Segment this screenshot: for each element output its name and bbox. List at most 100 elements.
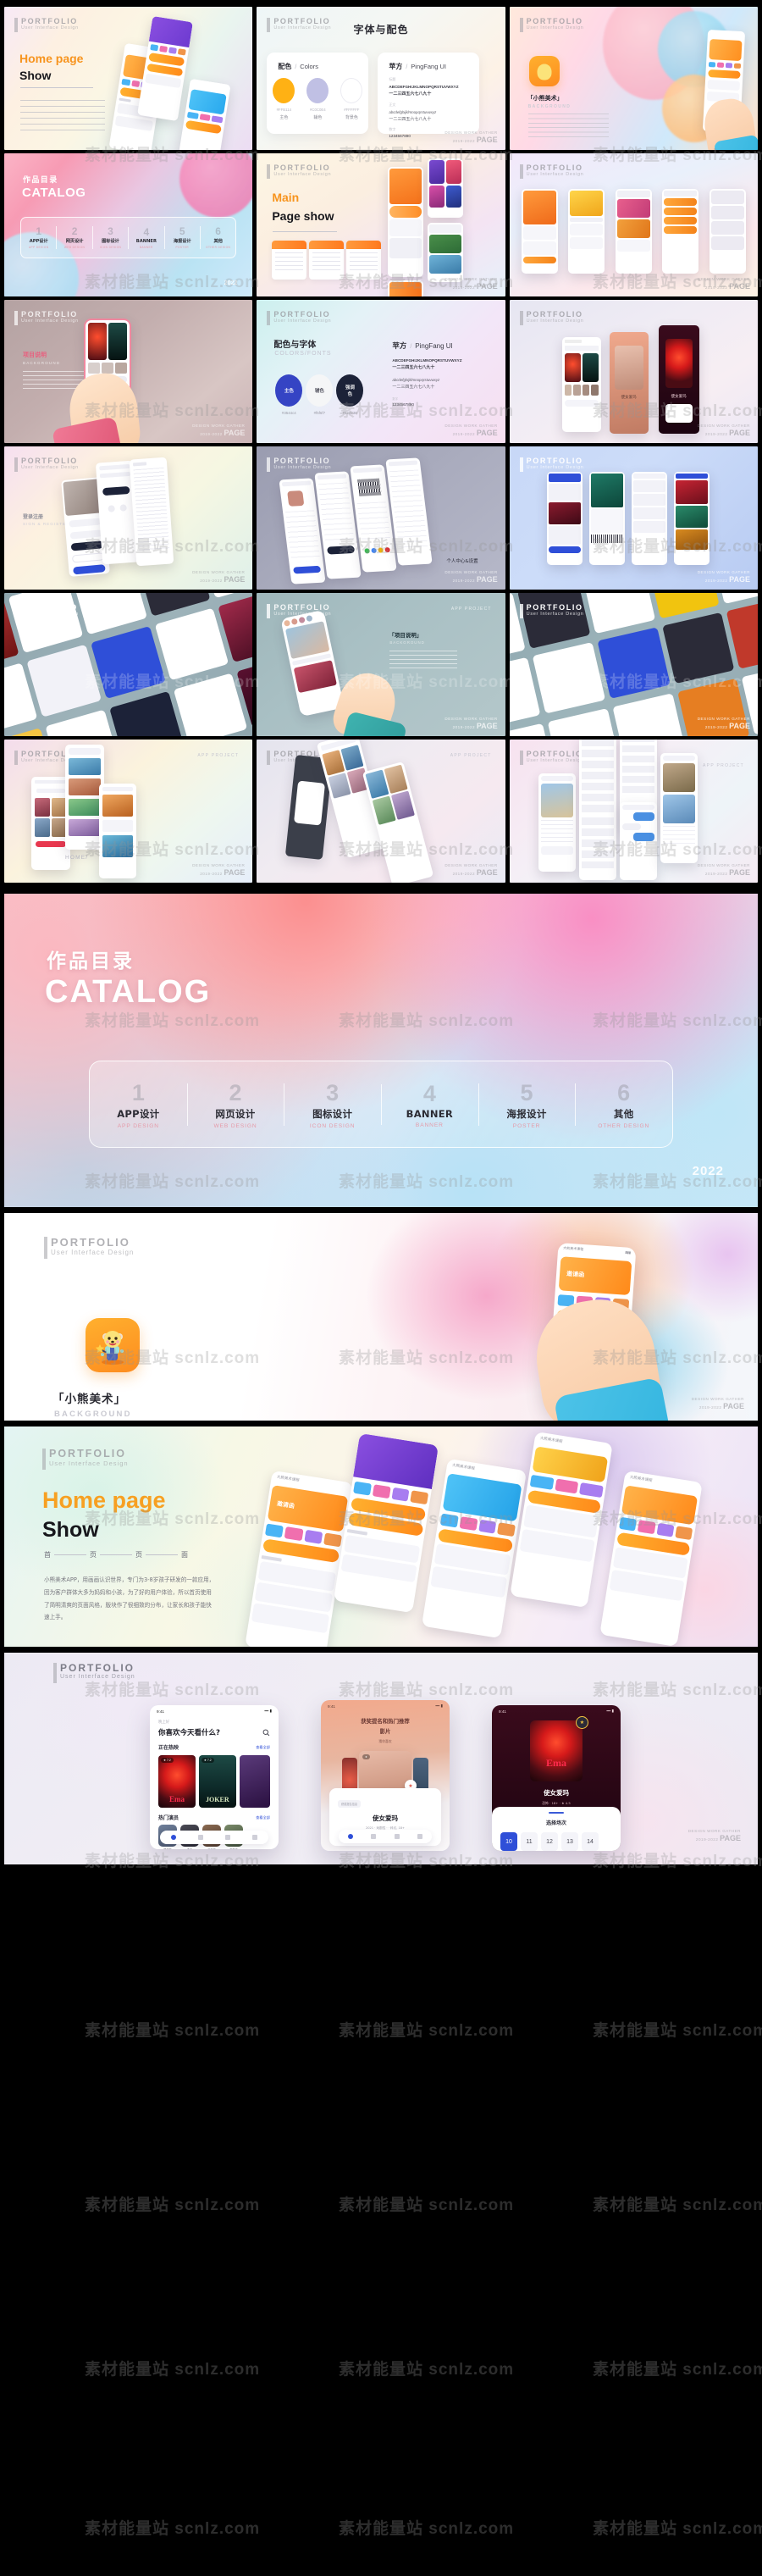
greeting: 晚上好 [158, 1720, 170, 1725]
nav-profile-icon[interactable] [417, 1834, 423, 1839]
movie-poster[interactable]: ★ Ema [530, 1716, 588, 1781]
actor-name: 莱昂纳 [224, 1848, 243, 1849]
thumb-tilted-grid-2[interactable]: PORTFOLIO User Interface Design DESIGN W… [509, 593, 758, 736]
catalog-item-cn: 海报设计 [173, 239, 191, 244]
thumb-tilted-grid[interactable]: PORTFOLIO User Interface Design DESIGN W… [4, 593, 253, 736]
thumb-hand-phone[interactable]: PORTFOLIO User Interface Design 项目说明 BAC… [4, 300, 253, 443]
portfolio-subtitle: User Interface Design [49, 1460, 129, 1468]
portfolio-title: PORTFOLIO [526, 163, 583, 172]
rating-value: 7.2 [207, 1759, 212, 1762]
thumb-screens-row[interactable]: PORTFOLIO User Interface Design DESIGN W… [509, 153, 758, 296]
nav-home-icon[interactable] [347, 1834, 353, 1839]
movie-card[interactable]: ★ 7.2 Ema [158, 1755, 196, 1808]
catalog-item-3[interactable]: 3 图标设计 ICON DESIGN [284, 1077, 381, 1133]
thumb-movie-three[interactable]: PORTFOLIO User Interface Design 使女爱玛 使女爱… [509, 300, 758, 443]
catalog-item[interactable]: 6 其他 OTHER DESIGN [199, 226, 235, 249]
thumb-catalog[interactable]: 作品目录 CATALOG 1 APP设计 APP DESIGN 2 网页设计 W… [4, 153, 253, 296]
nav-home-icon[interactable] [171, 1835, 177, 1840]
phone-mock [177, 78, 231, 150]
movie-card[interactable] [239, 1755, 270, 1808]
thumb-background-bear[interactable]: PORTFOLIO User Interface Design 「小熊美术」 B… [509, 7, 758, 150]
home-dot-1: 首 [44, 1551, 51, 1559]
swatch-hex: #C0C0E4 [310, 108, 326, 112]
catalog-item[interactable]: 5 海报设计 POSTER [163, 226, 200, 249]
sheet-handle[interactable] [549, 1812, 564, 1814]
thumb-subtitle: SIGN & REGISTER [23, 522, 70, 526]
catalog-item-cn: 其他 [213, 239, 223, 244]
thumb-colors-fonts-dark[interactable]: PORTFOLIO User Interface Design 配色与字体 CO… [257, 300, 505, 443]
movie-meta: 恐怖 · 18+ · ★ 4.5 [542, 1801, 571, 1805]
bottom-nav[interactable] [339, 1830, 432, 1843]
watermark-en: scnlz.com [682, 2022, 762, 2040]
catalog-label-cn: 网页设计 [215, 1107, 256, 1120]
thumb-home-show[interactable]: PORTFOLIO User Interface Design Home pag… [4, 7, 253, 150]
portfolio-mark: PORTFOLIO User Interface Design [14, 310, 79, 325]
thumb-fonts-colors[interactable]: PORTFOLIO User Interface Design 字体与配色 配色… [257, 7, 505, 150]
nav-bell-icon[interactable] [394, 1834, 400, 1839]
watermark-en: scnlz.com [682, 2361, 762, 2379]
catalog-item[interactable]: 3 图标设计 ICON DESIGN [91, 226, 128, 249]
date-option[interactable]: 12 [541, 1832, 558, 1851]
portfolio-subtitle: User Interface Design [21, 612, 79, 618]
thumb-social-app[interactable]: PORTFOLIO User Interface Design APP PROJ… [509, 740, 758, 883]
thumb-photo-app[interactable]: PORTFOLIO User Interface Design APP PROJ… [257, 740, 505, 883]
phone-mock [660, 753, 698, 863]
catalog-item-en: OTHER DESIGN [206, 246, 231, 249]
portfolio-subtitle: User Interface Design [21, 25, 79, 31]
portfolio-title: PORTFOLIO [526, 750, 583, 758]
phone-mock [673, 472, 710, 565]
specimen-lower: abcdefghijklmnopqrstuvwxyz [389, 110, 437, 114]
portfolio-subtitle: User Interface Design [273, 172, 332, 178]
catalog-item-2[interactable]: 2 网页设计 WEB DESIGN [186, 1077, 284, 1133]
catalog-item-4[interactable]: 4 BANNER BANNER [381, 1077, 478, 1132]
portfolio-subtitle: User Interface Design [21, 319, 79, 324]
catalog-item-5[interactable]: 5 海报设计 POSTER [478, 1077, 576, 1133]
catalog-label-cn: 图标设计 [312, 1107, 353, 1120]
date-option[interactable]: 13 [561, 1832, 578, 1851]
search-icon[interactable] [262, 1729, 270, 1737]
specimen-cn: 一二三四五六七八九十 [392, 365, 435, 370]
catalog-num: 4 [422, 1080, 436, 1106]
see-all-link[interactable]: 查看全部 [256, 1745, 270, 1750]
banner-card[interactable]: 邀请函 [558, 1256, 632, 1296]
date-option[interactable]: 11 [521, 1832, 538, 1851]
page-mark: DESIGN WORK GATHER 2019-2022 PAGE [444, 863, 498, 877]
catalog-label-en: APP DESIGN [117, 1122, 159, 1129]
date-picker[interactable]: 10 11 12 13 14 [492, 1826, 621, 1851]
watermark-en: scnlz.com [174, 2361, 261, 2379]
nav-heart-icon[interactable] [198, 1835, 204, 1840]
banner-label: 邀请函 [276, 1500, 295, 1510]
catalog-item[interactable]: 2 网页设计 WEB DESIGN [56, 226, 91, 249]
date-option-active[interactable]: 10 [500, 1832, 517, 1851]
thumb-ticket-row[interactable]: PORTFOLIO User Interface Design DESIGN W… [509, 446, 758, 590]
catalog-item[interactable]: 1 APP设计 APP DESIGN [21, 226, 56, 249]
catalog-item-cn: APP设计 [29, 239, 48, 244]
catalog-item-6[interactable]: 6 其他 OTHER DESIGN [575, 1077, 672, 1133]
catalog-item-en: BANNER [140, 245, 153, 249]
thumb-main-page-show[interactable]: PORTFOLIO User Interface Design Main Pag… [257, 153, 505, 296]
catalog-item-1[interactable]: 1 APP设计 APP DESIGN [90, 1077, 187, 1133]
phone-mock [388, 167, 424, 277]
thumb-title: 项目说明 [23, 352, 47, 358]
nav-bell-icon[interactable] [224, 1835, 230, 1840]
swatch: 主色 #3544c4 [275, 374, 303, 415]
thumb-title-en2: Page show [272, 209, 334, 223]
portfolio-subtitle: User Interface Design [526, 172, 584, 178]
see-all-link-2[interactable]: 查看全部 [256, 1815, 270, 1820]
thumb-travel-app[interactable]: PORTFOLIO User Interface Design APP PROJ… [4, 740, 253, 883]
thumb-login[interactable]: PORTFOLIO User Interface Design 登录注册 SIG… [4, 446, 253, 590]
nav-profile-icon[interactable] [251, 1835, 257, 1840]
catalog-label-cn: 海报设计 [506, 1107, 547, 1120]
nav-heart-icon[interactable] [371, 1834, 377, 1839]
portfolio-mark: PORTFOLIO User Interface Design [519, 17, 584, 32]
date-option[interactable]: 14 [582, 1832, 599, 1851]
movie-card[interactable]: ★ 7.2 JOKER [198, 1755, 236, 1808]
bottom-nav[interactable] [160, 1831, 268, 1844]
thumb-subtitle: BACKGROUND [23, 361, 61, 365]
catalog-item[interactable]: 4 BANNER BANNER [128, 226, 163, 249]
page-mark: DESIGN WORK GATHER 2019-2022 PAGE [691, 1397, 744, 1410]
thumb-hand-tap[interactable]: PORTFOLIO User Interface Design APP PROJ… [257, 593, 505, 736]
thumb-profile-row[interactable]: PORTFOLIO User Interface Design 个人中心&设置 … [257, 446, 505, 590]
portfolio-subtitle: User Interface Design [526, 612, 584, 618]
portfolio-title: PORTFOLIO [49, 1448, 126, 1460]
